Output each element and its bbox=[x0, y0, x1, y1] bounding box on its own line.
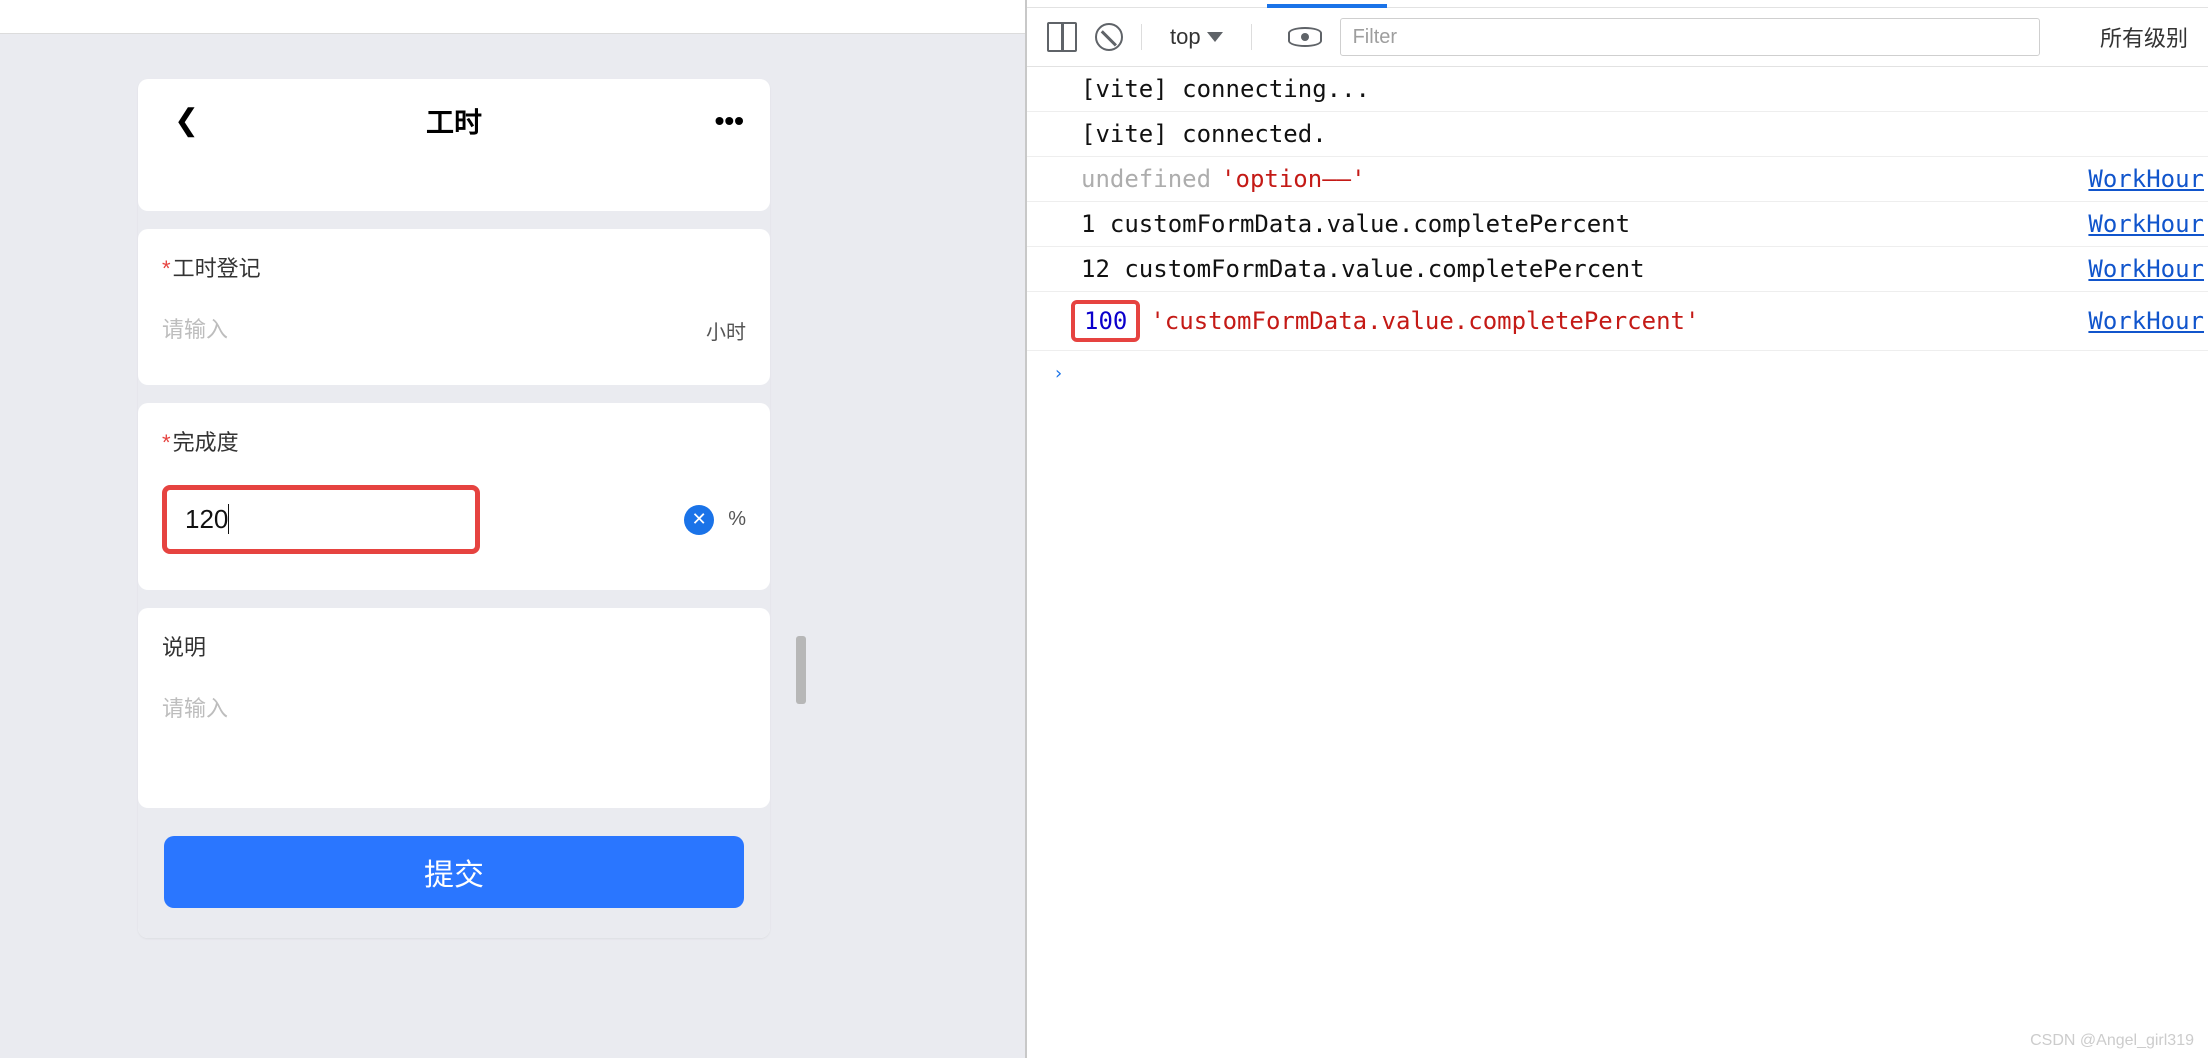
toggle-sidebar-icon[interactable] bbox=[1047, 22, 1077, 52]
label-percent: *完成度 bbox=[162, 425, 746, 457]
highlighted-value: 100 bbox=[1071, 300, 1140, 342]
chevron-down-icon bbox=[1207, 32, 1223, 42]
app-header: ❮ 工时 ••• bbox=[138, 79, 770, 163]
log-row: 1 customFormData.value.completePercentWo… bbox=[1027, 202, 2208, 247]
ruler bbox=[0, 0, 1025, 34]
log-row: [vite] connected. bbox=[1027, 112, 2208, 157]
console-prompt[interactable]: › bbox=[1027, 351, 2208, 396]
more-icon[interactable]: ••• bbox=[715, 105, 744, 137]
clear-icon[interactable]: ✕ bbox=[684, 505, 714, 535]
card-hours: *工时登记 小时 bbox=[138, 229, 770, 385]
log-row: 100'customFormData.value.completePercent… bbox=[1027, 292, 2208, 351]
source-link[interactable]: WorkHour bbox=[2088, 255, 2208, 283]
separator bbox=[1141, 24, 1142, 50]
devtools-pane: top 所有级别 [vite] connecting... [vite] con… bbox=[1027, 0, 2208, 1058]
source-link[interactable]: WorkHour bbox=[2088, 210, 2208, 238]
clear-console-icon[interactable] bbox=[1095, 23, 1123, 51]
separator bbox=[1251, 24, 1252, 50]
submit-wrap: 提交 bbox=[138, 808, 770, 908]
card-note: 说明 bbox=[138, 608, 770, 808]
console-toolbar: top 所有级别 bbox=[1027, 8, 2208, 67]
percent-input[interactable]: 120 bbox=[162, 485, 480, 554]
note-input[interactable] bbox=[162, 690, 746, 728]
simulator-pane: ❮ 工时 ••• *工时登记 小时 *完成度 120 ✕ bbox=[0, 0, 1025, 1058]
scrollbar[interactable] bbox=[796, 636, 806, 704]
page-title: 工时 bbox=[426, 101, 482, 141]
console-output[interactable]: [vite] connecting... [vite] connected. u… bbox=[1027, 67, 2208, 1058]
level-select[interactable]: 所有级别 bbox=[2100, 21, 2188, 53]
unit-hours: 小时 bbox=[706, 316, 746, 345]
source-link[interactable]: WorkHour bbox=[2088, 307, 2208, 335]
devtools-tabs[interactable] bbox=[1027, 0, 2208, 8]
label-note: 说明 bbox=[162, 630, 746, 662]
log-row: undefined 'option——'WorkHour bbox=[1027, 157, 2208, 202]
hours-input[interactable] bbox=[162, 311, 694, 349]
watermark: CSDN @Angel_girl319 bbox=[2030, 1032, 2194, 1050]
context-select[interactable]: top bbox=[1160, 20, 1233, 54]
header-spacer bbox=[138, 163, 770, 211]
mobile-simulator: ❮ 工时 ••• *工时登记 小时 *完成度 120 ✕ bbox=[138, 79, 770, 938]
form-body: *工时登记 小时 *完成度 120 ✕ % 说明 bbox=[138, 163, 770, 938]
card-percent: *完成度 120 ✕ % bbox=[138, 403, 770, 590]
filter-input[interactable] bbox=[1340, 18, 2040, 56]
unit-percent: % bbox=[728, 508, 746, 531]
back-icon[interactable]: ❮ bbox=[174, 106, 199, 136]
source-link[interactable]: WorkHour bbox=[2088, 165, 2208, 193]
live-expression-icon[interactable] bbox=[1288, 27, 1322, 47]
submit-button[interactable]: 提交 bbox=[164, 836, 744, 908]
log-row: 12 customFormData.value.completePercentW… bbox=[1027, 247, 2208, 292]
label-hours: *工时登记 bbox=[162, 251, 746, 283]
log-row: [vite] connecting... bbox=[1027, 67, 2208, 112]
